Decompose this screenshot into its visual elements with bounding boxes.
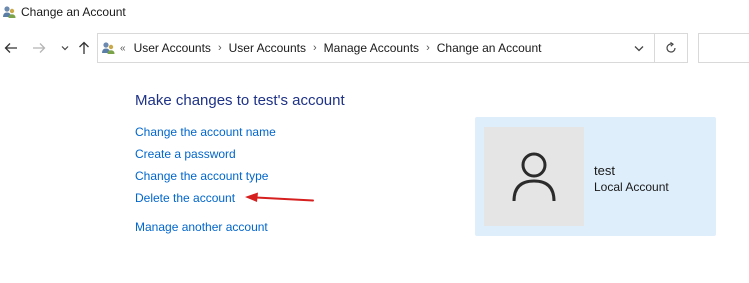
navigation-bar: « User Accounts › User Accounts › Manage… [0, 33, 749, 63]
avatar [484, 127, 584, 226]
delete-account-link[interactable]: Delete the account [135, 191, 235, 205]
forward-button[interactable] [29, 33, 49, 63]
breadcrumb: « User Accounts › User Accounts › Manage… [120, 34, 541, 62]
title-bar: Change an Account [0, 0, 749, 27]
create-password-link[interactable]: Create a password [135, 147, 236, 161]
manage-another-account-link[interactable]: Manage another account [135, 220, 268, 234]
breadcrumb-overflow[interactable]: « [120, 43, 126, 54]
change-account-type-link[interactable]: Change the account type [135, 169, 268, 183]
user-avatar-icon [512, 152, 556, 201]
window-title: Change an Account [21, 5, 126, 19]
refresh-button[interactable] [655, 33, 688, 63]
breadcrumb-manage-accounts[interactable]: Manage Accounts [324, 41, 419, 55]
breadcrumb-separator[interactable]: › [313, 42, 317, 54]
change-account-name-link[interactable]: Change the account name [135, 125, 276, 139]
page-title: Make changes to test's account [135, 92, 345, 109]
user-accounts-icon [2, 5, 16, 19]
annotation-arrow-icon [245, 192, 314, 202]
chevron-down-icon [61, 46, 69, 51]
refresh-icon [666, 42, 676, 53]
up-button[interactable] [74, 33, 94, 63]
back-arrow-icon [4, 43, 17, 53]
user-accounts-icon [101, 41, 115, 55]
breadcrumb-separator[interactable]: › [218, 42, 222, 54]
address-bar[interactable]: « User Accounts › User Accounts › Manage… [97, 33, 655, 63]
account-type: Local Account [594, 180, 669, 194]
account-tile: test Local Account [475, 117, 716, 236]
search-input[interactable] [698, 33, 749, 63]
recent-locations-button[interactable] [55, 33, 75, 63]
address-dropdown-button[interactable] [628, 34, 650, 62]
breadcrumb-user-accounts[interactable]: User Accounts [134, 41, 211, 55]
account-name: test [594, 163, 615, 178]
breadcrumb-user-accounts-sub[interactable]: User Accounts [229, 41, 306, 55]
forward-arrow-icon [33, 43, 46, 53]
chevron-down-icon [634, 45, 644, 51]
breadcrumb-separator[interactable]: › [426, 42, 430, 54]
back-button[interactable] [1, 33, 21, 63]
breadcrumb-change-an-account[interactable]: Change an Account [437, 41, 542, 55]
up-arrow-icon [79, 41, 89, 54]
